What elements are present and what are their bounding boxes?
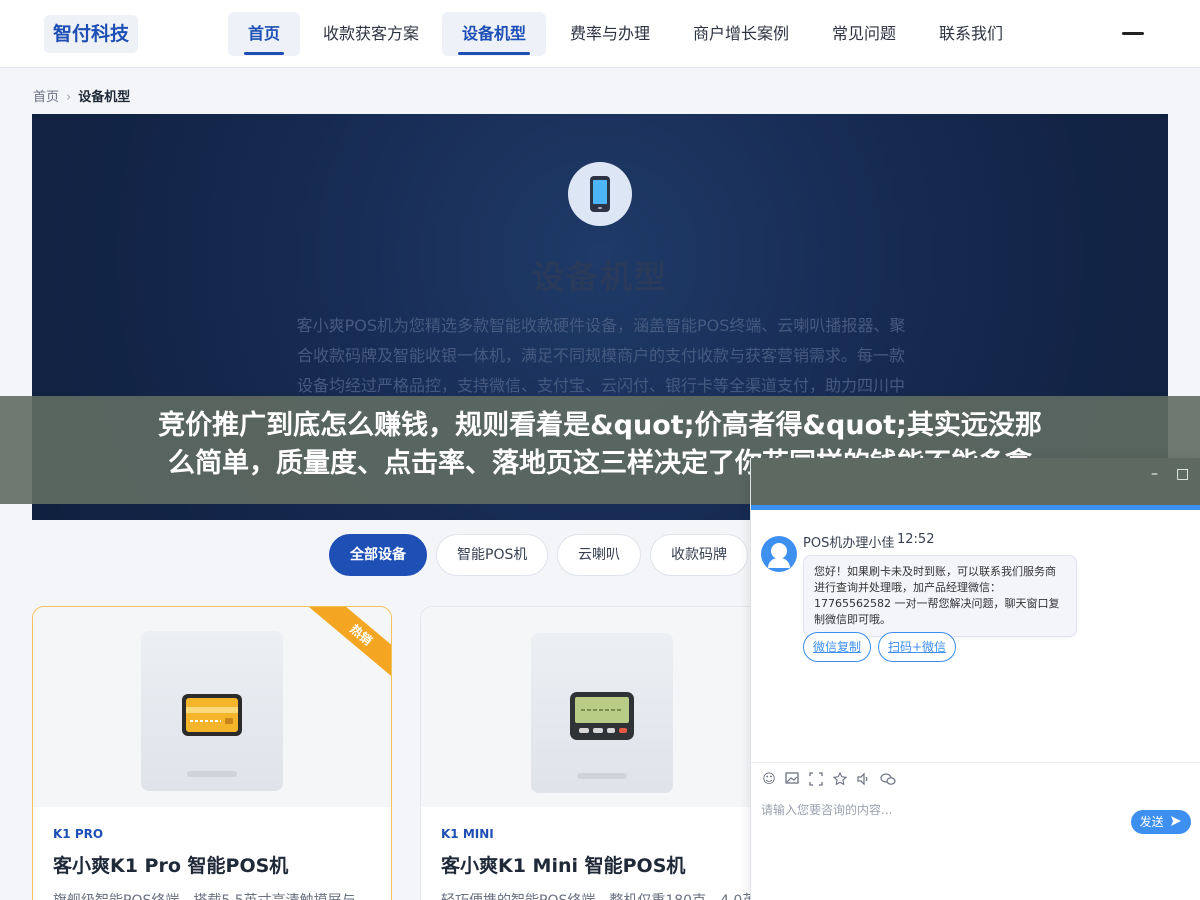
chat-toolbar: ☺: [751, 762, 1200, 796]
nav-item-rates[interactable]: 费率与办理: [550, 12, 670, 56]
filter-cloud-speaker[interactable]: 云喇叭: [557, 534, 641, 576]
rating-icon[interactable]: [832, 771, 848, 788]
send-button[interactable]: 发送: [1131, 810, 1191, 834]
screenshot-icon[interactable]: [808, 772, 824, 788]
breadcrumb-home[interactable]: 首页: [33, 90, 59, 105]
wechat-icon[interactable]: [880, 772, 896, 788]
nav-item-solutions[interactable]: 收款获客方案: [303, 12, 439, 56]
nav-item-faq[interactable]: 常见问题: [812, 12, 916, 56]
mobile-phone-icon: [568, 162, 632, 226]
nav-item-cases[interactable]: 商户增长案例: [673, 12, 809, 56]
image-icon[interactable]: [784, 772, 800, 788]
top-nav: 智付科技 首页 收款获客方案 设备机型 费率与办理 商户增长案例 常见问题 联系…: [0, 0, 1200, 68]
agent-name: POS机办理小佳: [803, 536, 895, 551]
product-title[interactable]: 客小爽K1 Mini 智能POS机: [441, 851, 685, 878]
maximize-icon[interactable]: □: [1176, 466, 1189, 482]
nav-item-home[interactable]: 首页: [228, 12, 301, 56]
scan-wechat-button[interactable]: 扫码+微信: [878, 632, 957, 662]
minimize-icon[interactable]: –: [1151, 466, 1158, 482]
product-description: 旗舰级智能POS终端，搭载5.5英寸高清触摸屏与: [53, 890, 356, 900]
chat-input[interactable]: 请输入您要咨询的内容...: [761, 801, 892, 818]
product-title[interactable]: 客小爽K1 Pro 智能POS机: [53, 851, 288, 878]
banner-line: 竞价推广到底怎么赚钱，规则看着是&quot;价高者得&quot;其实远没那: [158, 410, 1042, 441]
message-time: 12:52: [897, 532, 935, 547]
product-tag: K1 MINI: [441, 827, 494, 841]
chat-header: – □: [751, 458, 1200, 510]
hero-desc-line: 合收款码牌及智能收银一体机，满足不同规模商户的支付收款与获客营销需求。每一款: [296, 346, 905, 365]
filter-smart-pos[interactable]: 智能POS机: [436, 534, 549, 576]
hero-description: 客小爽POS机为您精选多款智能收款硬件设备，涵盖智能POS终端、云喇叭播报器、聚…: [265, 311, 937, 401]
send-button-label: 发送: [1139, 815, 1164, 829]
breadcrumb: 首页 › 设备机型: [33, 86, 130, 105]
logo[interactable]: 智付科技: [44, 15, 139, 53]
breadcrumb-separator: ›: [66, 90, 72, 105]
nav-item-devices[interactable]: 设备机型: [442, 12, 547, 56]
product-description: 轻巧便携的智能POS终端，整机仅重180克，4.0英: [441, 890, 756, 900]
chat-message: 您好！如果刷卡未及时到账，可以联系我们服务商进行查询并处理哦，加产品经理微信：1…: [803, 555, 1077, 637]
hero-title: 设备机型: [531, 258, 668, 296]
send-icon: [1171, 816, 1182, 826]
filter-qr-code-plate[interactable]: 收款码牌: [650, 534, 748, 576]
product-image: [141, 631, 283, 791]
product-card[interactable]: 热销 K1 PRO 客小爽K1 Pro 智能POS机 旗舰级智能POS终端，搭载…: [32, 606, 392, 900]
hero-desc-line: 客小爽POS机为您精选多款智能收款硬件设备，涵盖智能POS终端、云喇叭播报器、聚: [296, 316, 906, 335]
credit-card-icon: [182, 694, 242, 736]
breadcrumb-current: 设备机型: [78, 90, 131, 105]
hamburger-icon[interactable]: [1122, 32, 1144, 35]
chat-widget: – □ POS机办理小佳 12:52 您好！如果刷卡未及时到账，可以联系我们服务…: [750, 458, 1200, 900]
product-card[interactable]: K1 MINI 客小爽K1 Mini 智能POS机 轻巧便携的智能POS终端，整…: [420, 606, 780, 900]
filter-all-devices[interactable]: 全部设备: [329, 534, 427, 576]
nav-item-contact[interactable]: 联系我们: [919, 12, 1023, 56]
emoji-icon[interactable]: ☺: [761, 772, 777, 788]
pos-terminal-icon: [570, 692, 634, 740]
voice-icon[interactable]: [855, 772, 871, 788]
product-image: [531, 633, 673, 793]
avatar: [761, 536, 797, 572]
copy-wechat-button[interactable]: 微信复制: [803, 632, 872, 662]
product-tag: K1 PRO: [53, 827, 104, 841]
